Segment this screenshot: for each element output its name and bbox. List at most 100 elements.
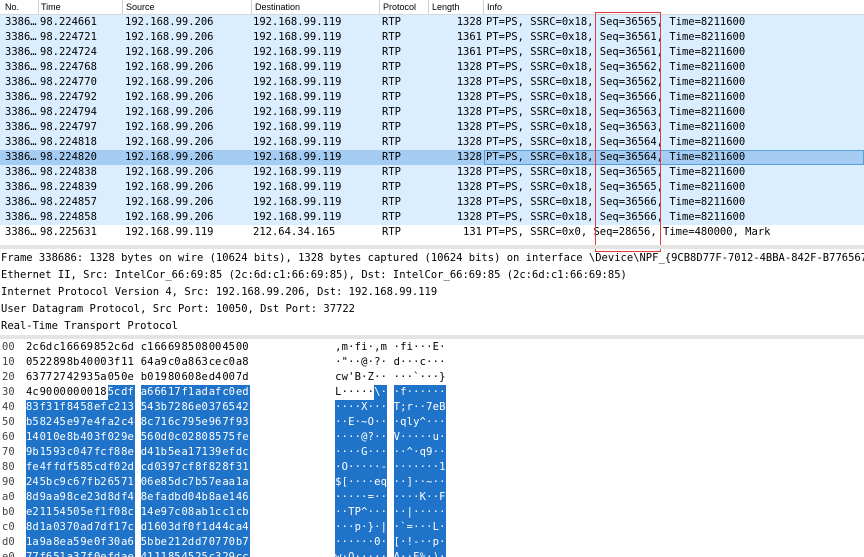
col-separator[interactable] (122, 0, 123, 14)
hex-byte[interactable]: 93 (53, 445, 67, 460)
hex-byte[interactable]: d4 (208, 520, 223, 535)
hex-byte[interactable]: fa (154, 490, 168, 505)
hex-byte[interactable]: 25 (195, 550, 209, 557)
hex-byte[interactable]: 5b (39, 475, 54, 490)
packet-row[interactable]: 3386… 98.224857 192.168.99.206 192.168.99.1… (0, 195, 864, 210)
hex-byte[interactable]: c6 (66, 475, 81, 490)
hex-byte[interactable]: e8 (154, 475, 168, 490)
hex-byte[interactable]: ab (195, 505, 209, 520)
hex-byte[interactable]: 8e (53, 535, 67, 550)
hex-byte[interactable]: 7d (236, 370, 250, 385)
hex-byte[interactable]: 4f (93, 415, 108, 430)
ascii-char[interactable]: · (380, 385, 387, 400)
hex-row[interactable]: 20 63772742935a050e b01980608ed4007d cw'B·Z… (0, 370, 864, 385)
hex-byte[interactable]: fe (235, 430, 250, 445)
hex-byte[interactable]: 7e (208, 475, 223, 490)
hex-bytes[interactable]: e21154505ef1f08c 14e97c08ab1cc1cb (26, 505, 250, 520)
hex-byte[interactable]: 30 (107, 535, 122, 550)
hex-byte[interactable]: 0e (93, 550, 108, 557)
hex-byte[interactable]: f1 (181, 385, 196, 400)
hex-byte[interactable]: 4c (222, 520, 236, 535)
detail-tree-item[interactable]: Internet Protocol Version 4, Src: 192.16… (0, 284, 864, 301)
hex-byte[interactable]: 0e (121, 370, 135, 385)
hex-byte[interactable]: f4 (121, 490, 135, 505)
col-separator[interactable] (483, 0, 484, 14)
hex-byte[interactable]: 22 (40, 355, 54, 370)
hex-row[interactable]: 10 0522898b40003f11 64a9c0a863cec0a8 ·"··@·… (0, 355, 864, 370)
col-separator[interactable] (379, 0, 380, 14)
hex-byte[interactable]: 5e (167, 445, 182, 460)
hex-bytes[interactable]: 8d1a0370ad7df17c d1603df0f1d44ca4 (26, 520, 250, 535)
hex-bytes[interactable]: 245bc9c67fb26571 06e85dc7b57eaa1a (26, 475, 250, 490)
ascii-char[interactable]: } (439, 370, 446, 385)
hex-byte[interactable]: 2d (121, 460, 135, 475)
hex-byte[interactable]: 65 (107, 475, 122, 490)
col-header-no[interactable]: No. (5, 2, 19, 12)
hex-row[interactable]: 00 2c6dc16669852c6d c166698508004500 ,m·fi·… (0, 340, 864, 355)
pane-splitter[interactable] (0, 245, 864, 249)
col-header-protocol[interactable]: Protocol (383, 2, 416, 12)
hex-byte[interactable]: e2 (26, 505, 40, 520)
packet-row[interactable]: 3386… 98.224721 192.168.99.206 192.168.99.1… (0, 30, 864, 45)
col-header-source[interactable]: Source (126, 2, 155, 12)
ascii-bytes[interactable]: ,m·fi·,m ·fi···E· (335, 340, 446, 355)
hex-byte[interactable]: d7 (195, 535, 209, 550)
hex-byte[interactable]: 8f (195, 460, 209, 475)
hex-byte[interactable]: 1c (208, 505, 223, 520)
hex-byte[interactable]: ef (93, 400, 108, 415)
ascii-char[interactable]: · (380, 490, 387, 505)
hex-byte[interactable]: e9 (154, 505, 168, 520)
hex-byte[interactable]: 6d (40, 340, 54, 355)
hex-byte[interactable]: cd (93, 460, 108, 475)
hex-byte[interactable]: e2 (80, 490, 94, 505)
hex-byte[interactable]: 0e (53, 430, 67, 445)
hex-byte[interactable]: 45 (53, 415, 67, 430)
hex-byte[interactable]: 24 (26, 475, 40, 490)
ascii-bytes[interactable]: ····@?·· V·····u· (335, 430, 446, 445)
pane-splitter[interactable] (0, 335, 864, 339)
hex-byte[interactable]: e9 (66, 415, 81, 430)
hex-row[interactable]: c0 8d1a0370ad7df17c d1603df0f1d44ca4 ···p·}… (0, 520, 864, 535)
hex-byte[interactable]: 3b (154, 400, 168, 415)
hex-byte[interactable]: 93 (80, 370, 94, 385)
hex-byte[interactable]: a3 (66, 550, 81, 557)
hex-byte[interactable]: 71 (121, 475, 135, 490)
hex-byte[interactable]: ae (121, 550, 135, 557)
hex-byte[interactable]: 01 (39, 430, 54, 445)
packet-row[interactable]: 3386… 98.225631 192.168.99.119 212.64.34.16… (0, 225, 864, 240)
hex-byte[interactable]: 77 (26, 550, 40, 557)
packet-row[interactable]: 3386… 98.224724 192.168.99.206 192.168.99.1… (0, 45, 864, 60)
hex-byte[interactable]: 14 (140, 505, 155, 520)
hex-byte[interactable]: 77 (40, 370, 54, 385)
hex-byte[interactable]: 4b (195, 490, 209, 505)
hex-byte[interactable]: b5 (26, 415, 40, 430)
hex-byte[interactable]: c1 (141, 340, 155, 355)
hex-byte[interactable]: f0 (107, 460, 122, 475)
hex-byte[interactable]: a6 (121, 535, 135, 550)
hex-byte[interactable]: 63 (26, 370, 40, 385)
hex-byte[interactable]: 7d (93, 520, 108, 535)
hex-byte[interactable]: 65 (222, 400, 236, 415)
hex-byte[interactable]: 85 (80, 460, 94, 475)
hex-byte[interactable]: c7 (181, 475, 196, 490)
hex-byte[interactable]: a9 (53, 490, 67, 505)
hex-byte[interactable]: 02 (107, 430, 122, 445)
hex-byte[interactable]: a5 (66, 535, 81, 550)
col-separator[interactable] (251, 0, 252, 14)
hex-byte[interactable]: 1f (53, 400, 67, 415)
hex-byte[interactable]: 66 (67, 340, 81, 355)
hex-byte[interactable]: 7f (80, 475, 94, 490)
hex-row[interactable]: 60 14010e8b403f029e 560d0c02808575fe ····@?… (0, 430, 864, 445)
hex-byte[interactable]: 00 (80, 385, 94, 400)
hex-byte[interactable]: 40 (80, 355, 94, 370)
hex-byte[interactable]: f8 (107, 445, 122, 460)
hex-row[interactable]: 50 b58245e97e4fa2c4 8c716c795e967f93 ··E·~O… (0, 415, 864, 430)
hex-row[interactable]: 40 83f31f8458efc213 543b7286e0376542 ····X·… (0, 400, 864, 415)
hex-bytes[interactable]: 14010e8b403f029e 560d0c02808575fe (26, 430, 250, 445)
ascii-char[interactable]: · (380, 550, 387, 557)
hex-byte[interactable]: 00 (209, 340, 223, 355)
ascii-bytes[interactable]: ·O·····- ·······1 (335, 460, 446, 475)
detail-tree-item[interactable]: Real-Time Transport Protocol (0, 318, 864, 334)
hex-byte[interactable]: 42 (235, 400, 250, 415)
hex-byte[interactable]: 1b (154, 445, 168, 460)
